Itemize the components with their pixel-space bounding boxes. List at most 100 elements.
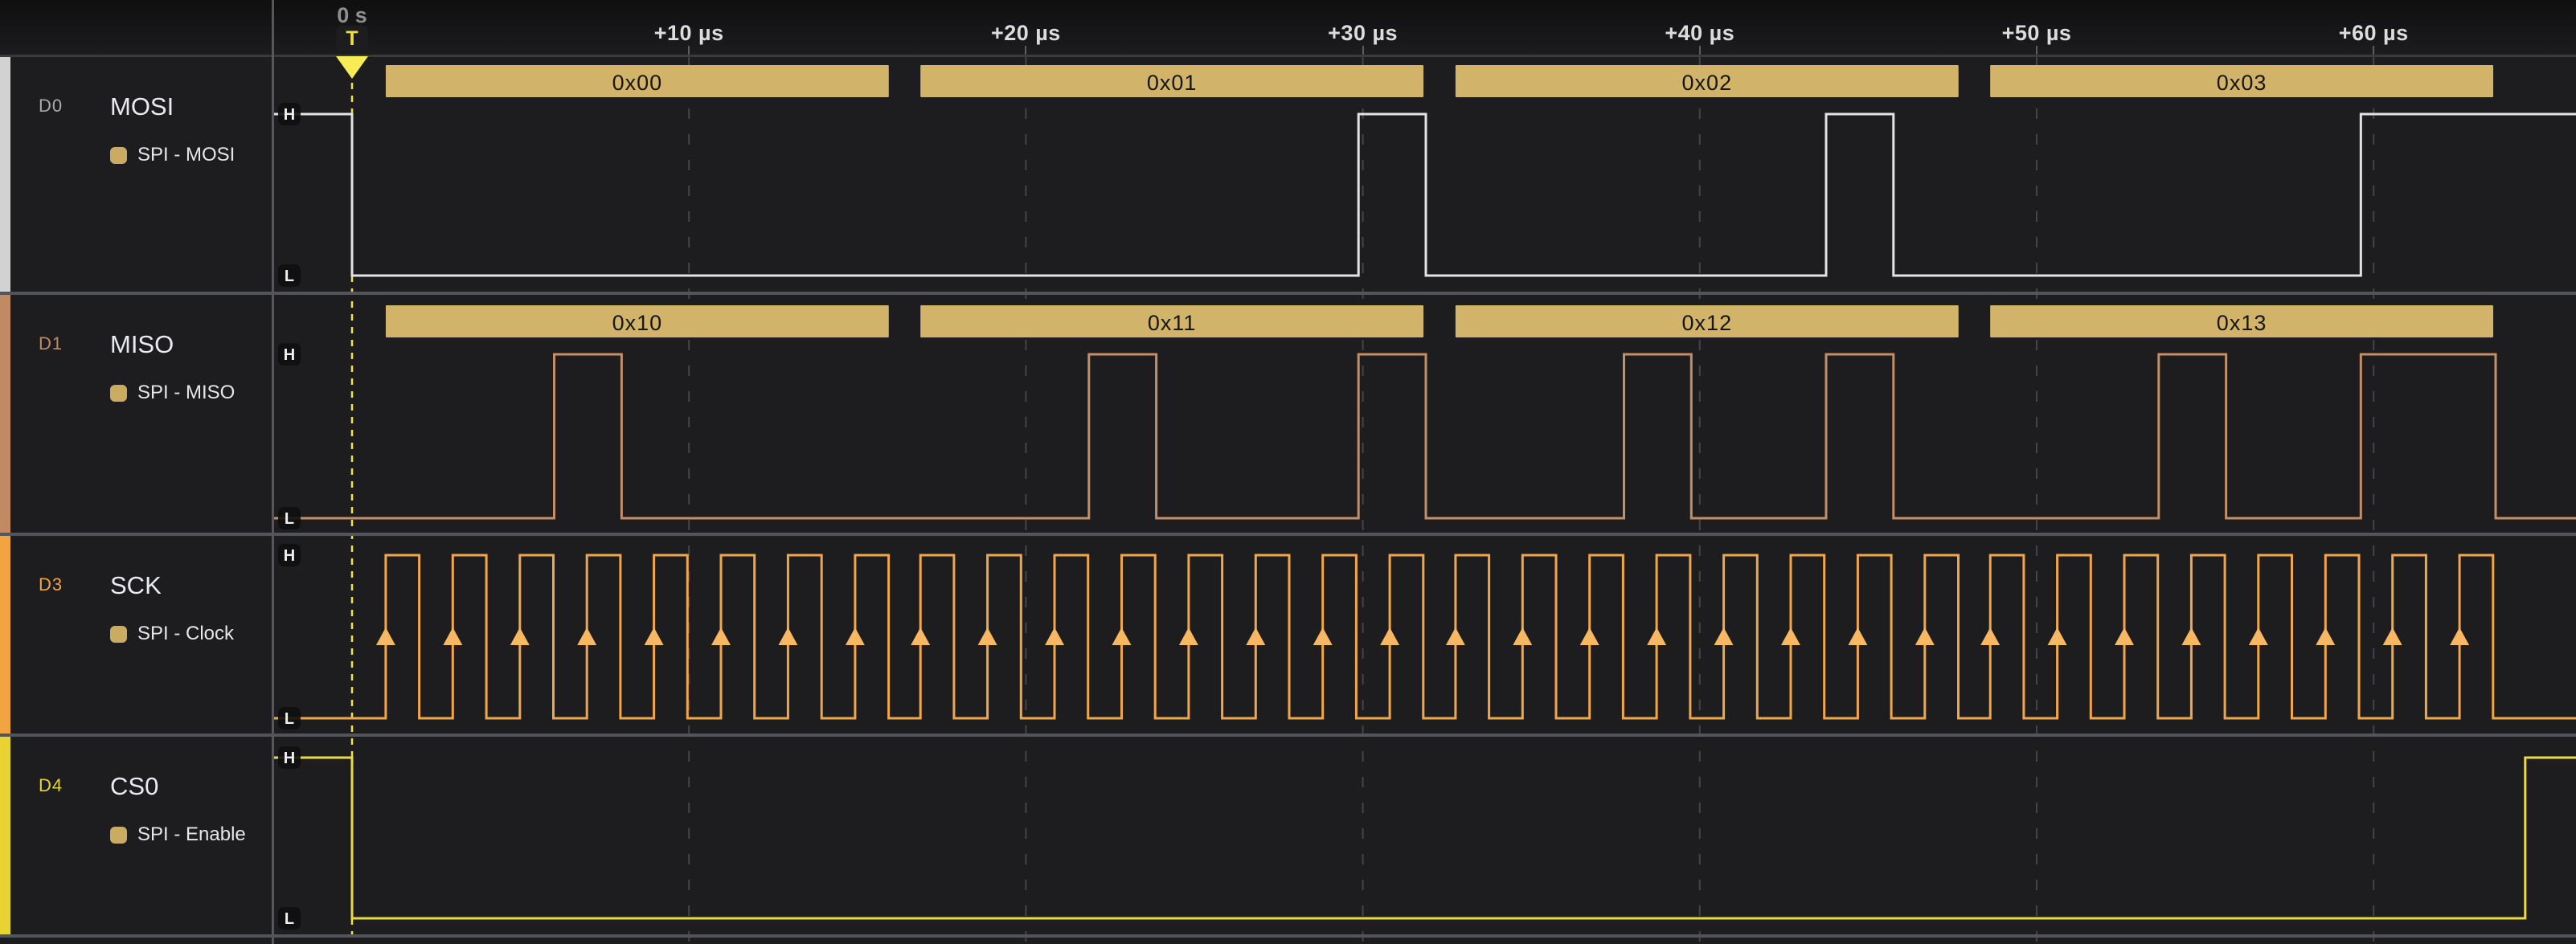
analyzer-swatch-icon <box>110 385 127 402</box>
waveform-sck <box>274 555 2576 718</box>
tick-label: +20 µs <box>991 21 1061 46</box>
ruler-border <box>0 55 2576 57</box>
clock-rise-marker <box>1246 627 1265 645</box>
clock-rise-marker <box>846 627 865 645</box>
clock-rise-marker <box>1380 627 1399 645</box>
waveform-cs0 <box>274 758 2576 918</box>
clock-rise-marker <box>1647 627 1666 645</box>
tick-label: +10 µs <box>654 21 724 46</box>
tick-label: +30 µs <box>1328 21 1398 46</box>
channel-row-d1[interactable]: D1 MISO SPI - MISO <box>0 295 272 533</box>
level-badge-low-label: L <box>285 510 294 528</box>
clock-rise-marker <box>1179 627 1198 645</box>
row-separator <box>0 292 2576 295</box>
channel-name[interactable]: MOSI <box>110 92 174 121</box>
timeline-origin-label: 0 s <box>337 3 367 28</box>
clock-rise-marker <box>1513 627 1532 645</box>
bubble-label: 0x00 <box>612 71 663 95</box>
level-badge-low-label: L <box>285 910 294 928</box>
clock-rise-marker <box>2450 627 2469 645</box>
analyzer-label: SPI - Clock <box>137 623 234 645</box>
clock-rise-marker <box>1980 627 2000 645</box>
channel-row-d3[interactable]: D3SCKSPI - Clock <box>0 536 272 734</box>
channel-id: D0 <box>39 96 63 116</box>
waveform-mosi <box>274 114 2576 276</box>
analyzer-chip[interactable]: SPI - MISO <box>110 382 235 404</box>
row-separator <box>0 734 2576 737</box>
waveform-miso <box>274 354 2576 518</box>
bubble-label: 0x02 <box>1682 71 1733 95</box>
level-badge-low-label: L <box>285 710 294 728</box>
channel-name[interactable]: CS0 <box>110 772 158 801</box>
analyzer-label: SPI - MISO <box>137 382 235 404</box>
tick-mark <box>2373 46 2374 55</box>
analyzer-label: SPI - MOSI <box>137 144 235 166</box>
clock-rise-marker <box>1112 627 1131 645</box>
clock-rise-marker <box>1313 627 1333 645</box>
bubble-label: 0x01 <box>1147 71 1198 95</box>
analyzer-label: SPI - Enable <box>137 823 246 846</box>
bubble-label: 0x03 <box>2217 71 2267 95</box>
row-separator <box>0 533 2576 536</box>
clock-rise-marker <box>1848 627 1867 645</box>
clock-rise-marker <box>510 627 530 645</box>
clock-rise-marker <box>2048 627 2067 645</box>
clock-rise-marker <box>376 627 395 645</box>
bubble-label: 0x12 <box>1682 311 1733 335</box>
tick-label: +50 µs <box>2002 21 2072 46</box>
tick-mark <box>2036 46 2037 55</box>
timeline-ruler[interactable]: 0 s T +10 µs +20 µs +30 µs +40 µs +50 µs +60 … <box>0 0 2576 55</box>
clock-rise-marker <box>1446 627 1465 645</box>
logic-analyzer-window: 0x00 0x01 0x02 0x03 H L 0x10 0x11 0x12 0x13 H L H L H L… <box>0 0 2576 944</box>
level-badge-high-label: H <box>284 750 295 767</box>
analyzer-swatch-icon <box>110 827 127 844</box>
clock-rise-marker <box>645 627 664 645</box>
clock-rise-marker <box>2181 627 2201 645</box>
channel-color-strip[interactable] <box>0 295 10 533</box>
analyzer-chip[interactable]: SPI - Clock <box>110 623 234 645</box>
bubble-label: 0x11 <box>1148 311 1197 335</box>
analyzer-chip[interactable]: SPI - MOSI <box>110 144 235 166</box>
channel-id: D4 <box>39 775 63 796</box>
analyzer-swatch-icon <box>110 626 127 643</box>
channel-color-strip[interactable] <box>0 737 10 934</box>
clock-rise-marker <box>1580 627 1599 645</box>
channel-color-strip[interactable] <box>0 57 10 292</box>
bubble-label: 0x13 <box>2217 311 2267 335</box>
clock-rise-marker <box>1781 627 1800 645</box>
channel-name[interactable]: SCK <box>110 571 162 600</box>
channel-color-strip[interactable] <box>0 536 10 734</box>
tick-mark <box>1699 46 1701 55</box>
tick-label: +60 µs <box>2339 21 2409 46</box>
clock-rise-marker <box>2383 627 2402 645</box>
trigger-badge[interactable]: T <box>336 26 368 52</box>
clock-rise-marker <box>2115 627 2134 645</box>
waveform-canvas[interactable]: 0x00 0x01 0x02 0x03 H L 0x10 0x11 0x12 0x13 H L H L H L <box>0 0 2576 944</box>
channel-row-d4[interactable]: D4 CS0 SPI - Enable <box>0 737 272 934</box>
clock-rise-marker <box>1714 627 1734 645</box>
label-plot-divider[interactable] <box>272 0 274 944</box>
analyzer-swatch-icon <box>110 147 127 164</box>
analyzer-chip[interactable]: SPI - Enable <box>110 823 246 846</box>
clock-rise-marker <box>778 627 797 645</box>
channel-row-d0[interactable]: D0 MOSI SPI - MOSI <box>0 57 272 292</box>
level-badge-high-label: H <box>284 106 295 124</box>
tick-mark <box>1362 46 1364 55</box>
clock-rise-marker <box>711 627 731 645</box>
trigger-marker-icon[interactable] <box>336 56 368 79</box>
clock-rise-marker <box>978 627 997 645</box>
clock-rise-marker <box>911 627 930 645</box>
level-badge-high-label: H <box>284 346 295 364</box>
clock-rise-marker <box>577 627 596 645</box>
tick-label: +40 µs <box>1665 21 1734 46</box>
channel-name[interactable]: MISO <box>110 330 174 359</box>
clock-rise-marker <box>2249 627 2268 645</box>
channel-id: D1 <box>39 333 63 354</box>
clock-rise-marker <box>443 627 462 645</box>
level-badge-low-label: L <box>285 268 294 285</box>
level-badge-high-label: H <box>284 547 295 565</box>
tick-mark <box>1025 46 1026 55</box>
clock-rise-marker <box>2316 627 2335 645</box>
clock-rise-marker <box>1045 627 1064 645</box>
bubble-label: 0x10 <box>612 311 663 335</box>
